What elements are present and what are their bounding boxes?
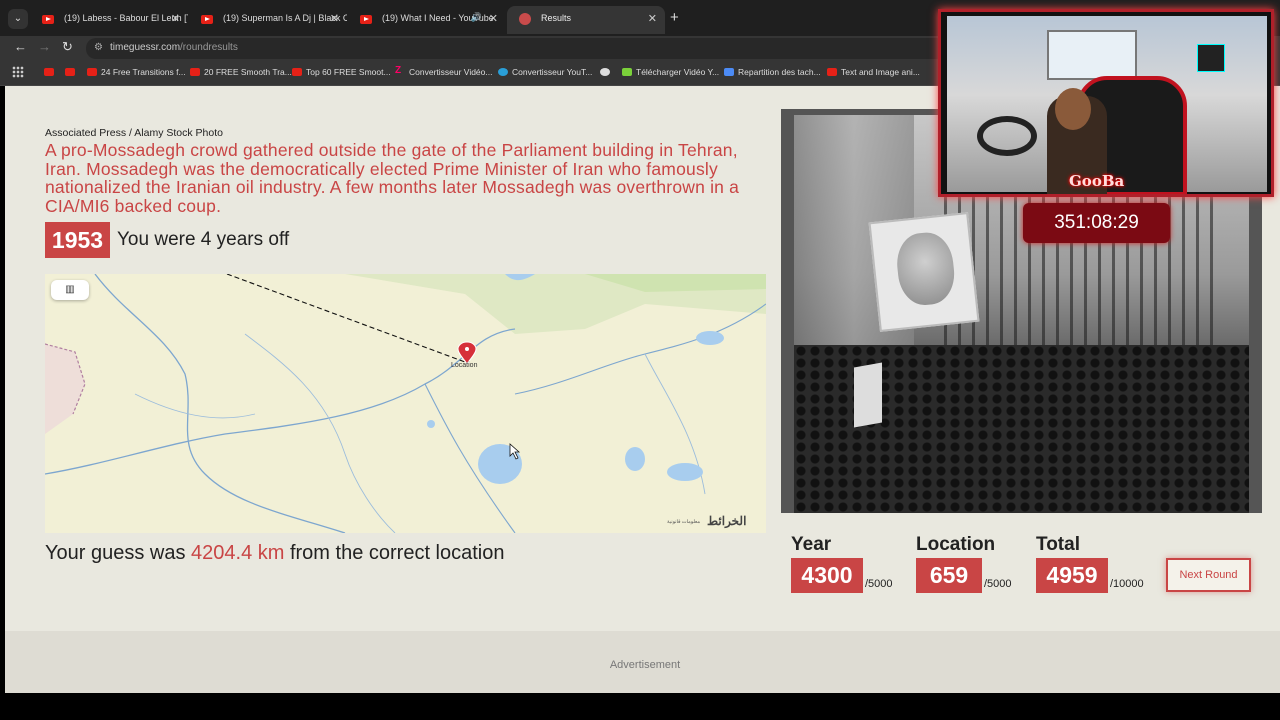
close-icon[interactable]: ✕	[330, 12, 339, 25]
stream-timer: 351:08:29	[1023, 203, 1170, 243]
back-icon[interactable]: ←	[14, 39, 27, 54]
year-score: 4300	[791, 558, 863, 593]
bookmark[interactable]: 20 FREE Smooth Tra...	[190, 67, 292, 77]
bookmark[interactable]: Text and Image ani...	[827, 67, 920, 77]
browser-tab[interactable]: (19) Labess - Babour El Leuh [T ✕	[30, 6, 188, 34]
webcam-room	[947, 16, 1267, 194]
advertisement-label: Advertisement	[609, 659, 681, 671]
url-text: timeguessr.com/roundresults	[110, 42, 238, 53]
next-round-button[interactable]: Next Round	[1166, 558, 1251, 592]
streamer-name: GooBa	[1069, 172, 1125, 190]
site-info-icon[interactable]: ⚙	[94, 42, 103, 53]
youtube-icon	[360, 15, 372, 24]
result-map[interactable]: ▥ Location معلومات قانونية الخرائط	[45, 274, 766, 533]
close-icon[interactable]: ✕	[489, 12, 498, 25]
total-score-max: /10000	[1110, 578, 1144, 590]
close-icon[interactable]: ✕	[648, 12, 657, 25]
url-field[interactable]: ⚙ timeguessr.com/roundresults	[86, 38, 946, 59]
location-score-label: Location	[916, 534, 996, 555]
youtube-icon	[190, 68, 200, 76]
youtube-icon	[292, 68, 302, 76]
total-score-label: Total	[1036, 534, 1080, 555]
map-type-button[interactable]: ▥	[51, 280, 89, 300]
map-icon: ▥	[65, 284, 75, 295]
guess-distance: 4204.4 km	[191, 542, 285, 564]
youtube-icon	[44, 68, 54, 76]
location-score: 659	[916, 558, 982, 593]
map-graphic	[45, 274, 766, 533]
new-tab-button[interactable]: +	[670, 9, 679, 26]
advertisement-area: Advertisement	[5, 631, 1280, 693]
reload-icon[interactable]: ↻	[62, 39, 73, 55]
speaker-icon[interactable]: 🔊	[471, 12, 482, 23]
browser-tab[interactable]: (19) What I Need - YouTube 🔊 ✕	[348, 6, 506, 34]
doc-icon	[724, 68, 734, 76]
globe-icon	[498, 68, 508, 76]
youtube-icon	[201, 15, 213, 24]
bookmark[interactable]: Top 60 FREE Smoot...	[292, 67, 391, 77]
bookmark[interactable]: Z Convertisseur Vidéo...	[395, 65, 492, 77]
location-score-max: /5000	[984, 578, 1012, 590]
youtube-icon	[827, 68, 837, 76]
world-icon	[600, 68, 610, 76]
youtube-icon	[65, 68, 75, 76]
maps-logo: الخرائط	[707, 514, 747, 528]
bookmark[interactable]: 24 Free Transitions f...	[87, 67, 186, 77]
map-legal-link[interactable]: معلومات قانونية	[667, 519, 700, 525]
round-description: A pro-Mossadegh crowd gathered outside t…	[45, 140, 740, 216]
flag	[854, 362, 882, 428]
close-icon[interactable]: ✕	[171, 12, 180, 25]
webcam-overlay: GooBa	[938, 9, 1274, 197]
correct-year-badge: 1953	[45, 222, 110, 258]
browser-tab-active[interactable]: Results ✕	[507, 6, 665, 34]
forward-icon[interactable]: →	[38, 39, 51, 54]
bookmark[interactable]: Convertisseur YouT...	[498, 67, 592, 77]
browser-tab[interactable]: (19) Superman Is A Dj | Black C ✕	[189, 6, 347, 34]
mossadegh-portrait	[868, 212, 980, 332]
z-icon: Z	[395, 65, 402, 76]
youtube-icon	[87, 68, 97, 76]
photo-source: Associated Press / Alamy Stock Photo	[45, 127, 223, 139]
tab-search-button[interactable]: ⌄	[8, 9, 28, 29]
total-score: 4959	[1036, 558, 1108, 593]
year-score-label: Year	[791, 534, 832, 555]
download-icon	[622, 68, 632, 76]
guess-distance-text: Your guess was 4204.4 km from the correc…	[45, 542, 505, 564]
years-off-text: You were 4 years off	[117, 229, 290, 250]
year-score-max: /5000	[865, 578, 893, 590]
site-icon	[519, 13, 531, 25]
bookmark[interactable]: Repartition des tach...	[724, 67, 821, 77]
bookmark[interactable]: Télécharger Vidéo Y...	[622, 67, 719, 77]
location-pin-label: Location	[451, 362, 478, 369]
youtube-icon	[42, 15, 54, 24]
apps-icon[interactable]	[12, 66, 24, 78]
